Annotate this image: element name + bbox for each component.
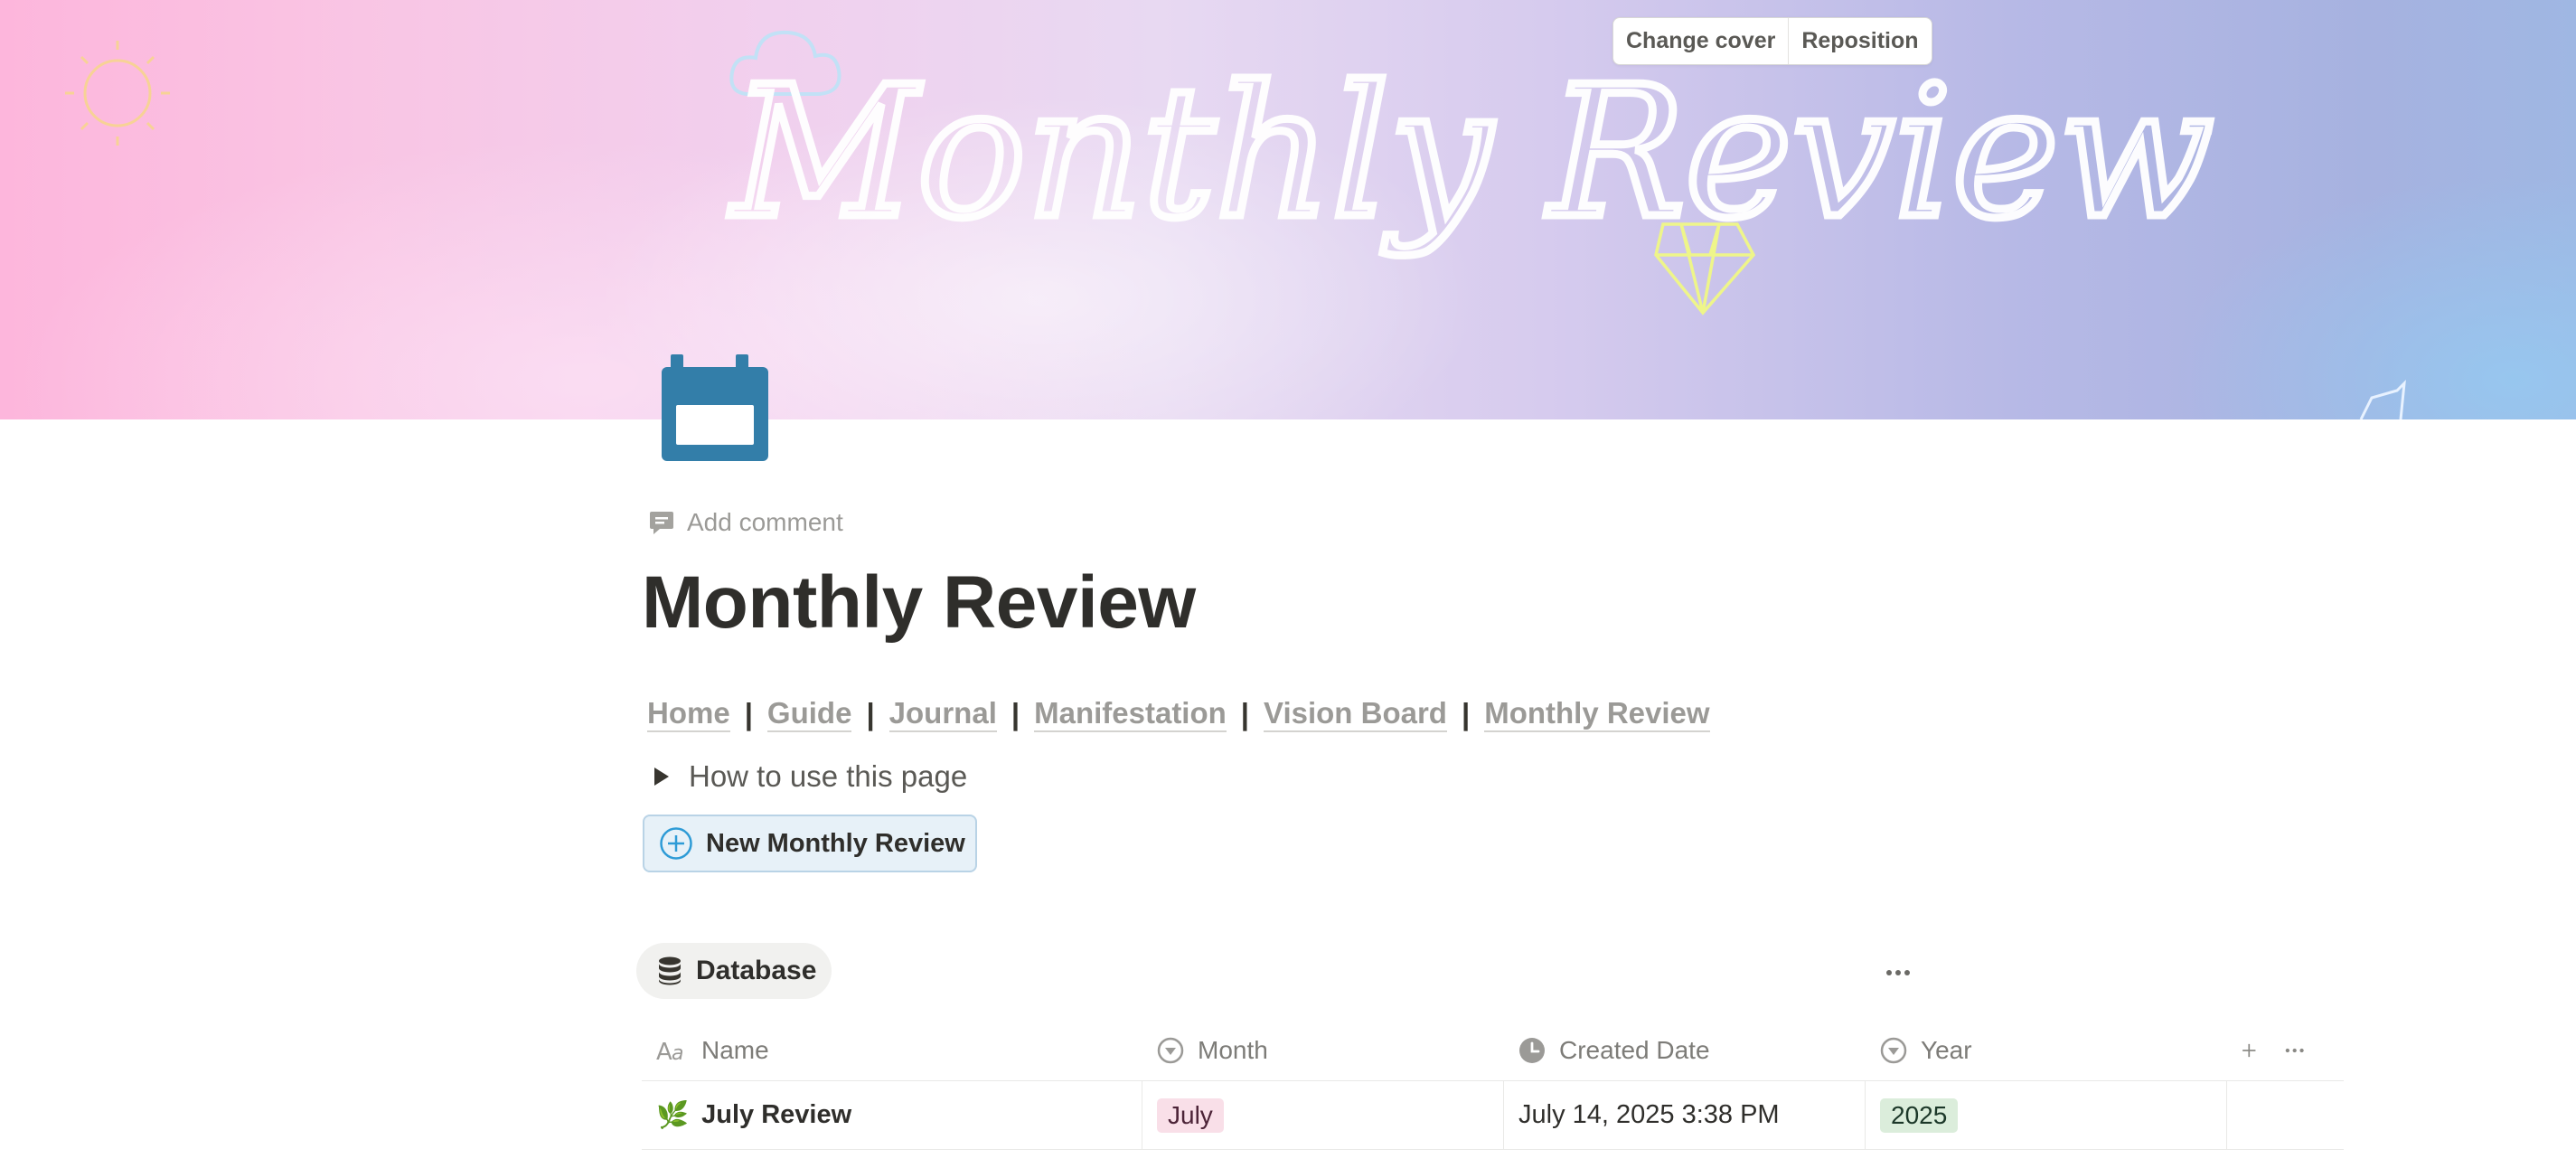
change-cover-button[interactable]: Change cover [1613,18,1788,64]
text-property-icon: A a [656,1039,683,1063]
cover-title-art: Monthly Review [729,48,2214,259]
database-icon [659,956,681,985]
nav-link-manifestation[interactable]: Manifestation [1034,696,1227,732]
database-view-label: Database [696,956,817,985]
column-header-label: Month [1198,1035,1268,1064]
column-header-label: Year [1921,1035,1972,1064]
page-cover: Monthly Review Change cover Reposition [0,0,2576,419]
table-more-options-icon[interactable] [2285,1046,2304,1055]
nav-link-guide[interactable]: Guide [766,696,852,732]
svg-text:A: A [656,1039,672,1063]
table-header: A a Name Month Created Date Year [642,1020,2344,1081]
cell-month[interactable]: July [1142,1081,1503,1149]
database-table: A a Name Month Created Date Year 🌿 July … [642,1020,2344,1168]
select-property-icon [1880,1037,1907,1063]
sun-doodle-icon [65,41,170,146]
cell-name[interactable]: 🌿 July Review [642,1081,1142,1149]
toggle-label: How to use this page [689,759,968,793]
cell-created-date [1503,1150,1865,1168]
column-header-label: Name [701,1035,769,1064]
new-monthly-review-button[interactable]: New Monthly Review [643,815,977,872]
column-header-name[interactable]: A a Name [642,1020,1142,1080]
nav-link-home[interactable]: Home [647,696,730,732]
toggle-triangle-icon[interactable] [654,768,669,786]
database-view-tab[interactable]: Database [636,943,832,999]
header-actions [2226,1020,2344,1080]
column-header-label: Created Date [1559,1035,1710,1064]
nav-separator: | [866,696,875,730]
add-comment-button[interactable]: Add comment [649,508,843,537]
cover-artwork: Monthly Review [65,30,2406,419]
nav-separator: | [1461,696,1471,730]
cover-controls: Change cover Reposition [1612,17,1932,65]
month-tag: July [1157,1097,1224,1133]
calendar-icon[interactable] [660,354,770,461]
select-property-icon [1157,1037,1184,1063]
column-header-created-date[interactable]: Created Date [1503,1020,1865,1080]
row-emoji-icon: 🌿 [656,1100,690,1130]
column-header-month[interactable]: Month [1142,1020,1503,1080]
nav-link-vision-board[interactable]: Vision Board [1264,696,1447,732]
comment-icon [650,512,673,534]
column-header-year[interactable]: Year [1865,1020,2226,1080]
cell-empty [2226,1081,2344,1149]
new-monthly-review-label: New Monthly Review [706,828,965,858]
nav-link-monthly-review[interactable]: Monthly Review [1484,696,1710,732]
cell-year [1865,1150,2226,1168]
cell-created-date[interactable]: July 14, 2025 3:38 PM [1503,1081,1865,1149]
svg-text:a: a [672,1042,683,1063]
add-comment-label: Add comment [687,508,843,536]
add-property-plus-icon[interactable] [2241,1039,2258,1062]
cell-empty [2226,1150,2344,1168]
clock-icon [1519,1037,1545,1063]
nav-separator: | [744,696,753,730]
cell-name [642,1150,1142,1168]
page-title[interactable]: Monthly Review [642,560,1196,645]
cell-year[interactable]: 2025 [1865,1081,2226,1149]
year-tag: 2025 [1880,1097,1959,1133]
plus-circle-icon [660,827,692,860]
cell-month [1142,1150,1503,1168]
star-doodle-icon [2359,379,2406,419]
nav-link-journal[interactable]: Journal [888,696,997,732]
nav-separator: | [1011,696,1020,730]
row-name: July Review [701,1100,852,1129]
database-more-options-icon[interactable] [1882,958,1914,984]
nav-separator: | [1240,696,1250,730]
reposition-button[interactable]: Reposition [1788,18,1931,64]
table-row-partial [642,1150,2344,1168]
page-nav-links: Home | Guide | Journal | Manifestation |… [647,696,1710,732]
table-row[interactable]: 🌿 July Review July July 14, 2025 3:38 PM… [642,1081,2344,1150]
how-to-use-toggle[interactable]: How to use this page [654,759,967,794]
